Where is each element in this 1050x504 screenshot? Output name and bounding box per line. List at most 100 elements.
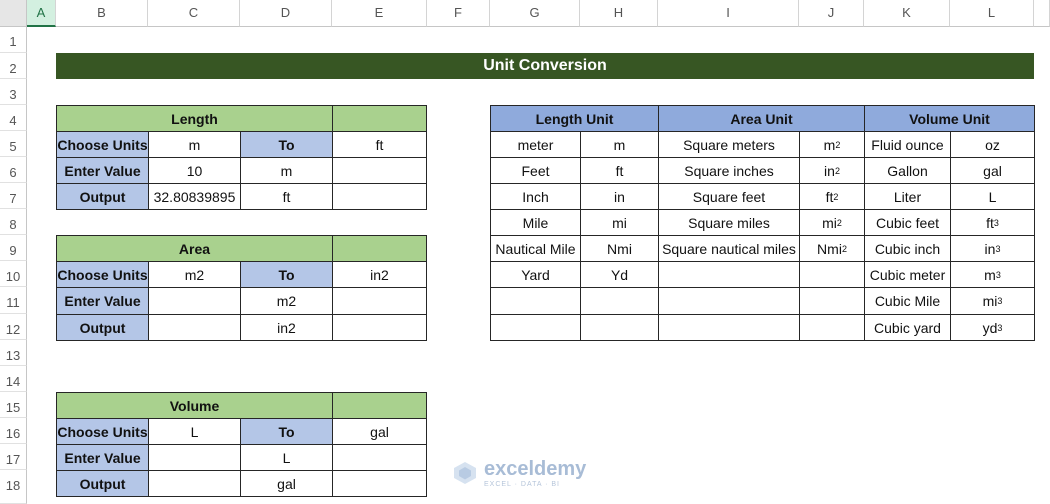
row-header-12[interactable]: 12 [0, 314, 27, 340]
length-unit-name-cell[interactable]: Mile [490, 209, 581, 236]
column-header-a[interactable]: A [27, 0, 56, 27]
area-value-extra[interactable] [332, 287, 427, 315]
volume-output-value[interactable] [148, 470, 241, 497]
length-output-extra[interactable] [332, 183, 427, 210]
column-header-c[interactable]: C [148, 0, 240, 27]
area-unit-name-cell[interactable]: Square inches [658, 157, 800, 184]
row-header-6[interactable]: 6 [0, 157, 27, 183]
row-header-7[interactable]: 7 [0, 183, 27, 209]
row-header-15[interactable]: 15 [0, 392, 27, 418]
area-unit-name-cell[interactable]: Square meters [658, 131, 800, 158]
area-choose-units-label[interactable]: Choose Units [56, 261, 149, 288]
row-header-8[interactable]: 8 [0, 209, 27, 235]
length-output-unit[interactable]: ft [240, 183, 333, 210]
volume-unit-abbr-cell[interactable]: L [950, 183, 1035, 210]
volume-output-label[interactable]: Output [56, 470, 149, 497]
row-header-13[interactable]: 13 [0, 340, 27, 366]
area-header-e[interactable] [332, 235, 427, 262]
area-from-unit[interactable]: m2 [148, 261, 241, 288]
area-unit-name-cell[interactable]: Square feet [658, 183, 800, 210]
area-unit-name-cell[interactable] [658, 314, 800, 341]
volume-unit-name-cell[interactable]: Liter [864, 183, 951, 210]
length-to-unit[interactable]: ft [332, 131, 427, 158]
length-unit-abbr-cell[interactable]: mi [580, 209, 659, 236]
volume-unit-abbr-cell[interactable]: yd 3 [950, 314, 1035, 341]
volume-header-e[interactable] [332, 392, 427, 419]
length-unit-abbr-cell[interactable]: Yd [580, 261, 659, 288]
column-header-j[interactable]: J [799, 0, 864, 27]
length-header-e[interactable] [332, 105, 427, 132]
length-unit-abbr-cell[interactable] [580, 314, 659, 341]
area-unit-abbr-cell[interactable]: m2 [799, 131, 865, 158]
column-header-l[interactable]: L [950, 0, 1034, 27]
area-unit-abbr-cell[interactable]: in 2 [799, 157, 865, 184]
area-to-label[interactable]: To [240, 261, 333, 288]
volume-unit-name-cell[interactable]: Gallon [864, 157, 951, 184]
area-output-extra[interactable] [332, 314, 427, 341]
volume-unit-header[interactable]: Volume Unit [864, 105, 1035, 132]
volume-unit-name-cell[interactable]: Cubic yard [864, 314, 951, 341]
length-unit-name-cell[interactable]: Inch [490, 183, 581, 210]
area-unit-abbr-cell[interactable] [799, 261, 865, 288]
volume-unit-name-cell[interactable]: Fluid ounce [864, 131, 951, 158]
length-unit-name-cell[interactable]: Feet [490, 157, 581, 184]
row-header-5[interactable]: 5 [0, 131, 27, 157]
row-header-9[interactable]: 9 [0, 235, 27, 261]
row-header-4[interactable]: 4 [0, 105, 27, 131]
volume-unit-abbr-cell[interactable]: ft 3 [950, 209, 1035, 236]
area-to-unit[interactable]: in2 [332, 261, 427, 288]
volume-unit-name-cell[interactable]: Cubic meter [864, 261, 951, 288]
volume-enter-value-label[interactable]: Enter Value [56, 444, 149, 471]
area-value-unit[interactable]: m2 [240, 287, 333, 315]
volume-value-unit[interactable]: L [240, 444, 333, 471]
length-unit-name-cell[interactable]: Yard [490, 261, 581, 288]
area-unit-name-cell[interactable] [658, 261, 800, 288]
column-header-b[interactable]: B [56, 0, 148, 27]
column-header-f[interactable]: F [427, 0, 490, 27]
volume-unit-abbr-cell[interactable]: m3 [950, 261, 1035, 288]
length-value-unit[interactable]: m [240, 157, 333, 184]
volume-unit-abbr-cell[interactable]: oz [950, 131, 1035, 158]
row-header-16[interactable]: 16 [0, 418, 27, 444]
row-header-18[interactable]: 18 [0, 470, 27, 504]
select-all-corner[interactable] [0, 0, 27, 27]
area-header[interactable]: Area [56, 235, 333, 262]
length-unit-abbr-cell[interactable] [580, 287, 659, 315]
row-header-14[interactable]: 14 [0, 366, 27, 392]
area-output-label[interactable]: Output [56, 314, 149, 341]
volume-header[interactable]: Volume [56, 392, 333, 419]
row-header-2[interactable]: 2 [0, 53, 27, 79]
column-header-d[interactable]: D [240, 0, 332, 27]
column-header-m[interactable] [1034, 0, 1050, 27]
column-header-h[interactable]: H [580, 0, 658, 27]
length-choose-units-label[interactable]: Choose Units [56, 131, 149, 158]
volume-choose-units-label[interactable]: Choose Units [56, 418, 149, 445]
title-banner[interactable]: Unit Conversion [56, 53, 1034, 79]
column-header-g[interactable]: G [490, 0, 580, 27]
volume-output-unit[interactable]: gal [240, 470, 333, 497]
column-header-e[interactable]: E [332, 0, 427, 27]
area-unit-name-cell[interactable] [658, 287, 800, 315]
length-unit-abbr-cell[interactable]: m [580, 131, 659, 158]
volume-unit-abbr-cell[interactable]: in 3 [950, 235, 1035, 262]
area-unit-name-cell[interactable]: Square nautical miles [658, 235, 800, 262]
volume-unit-abbr-cell[interactable]: mi 3 [950, 287, 1035, 315]
area-unit-abbr-cell[interactable]: ft 2 [799, 183, 865, 210]
area-value-input[interactable] [148, 287, 241, 315]
area-output-value[interactable] [148, 314, 241, 341]
area-unit-name-cell[interactable]: Square miles [658, 209, 800, 236]
volume-unit-name-cell[interactable]: Cubic inch [864, 235, 951, 262]
length-unit-header[interactable]: Length Unit [490, 105, 659, 132]
length-unit-name-cell[interactable]: meter [490, 131, 581, 158]
row-header-3[interactable]: 3 [0, 79, 27, 105]
row-header-1[interactable]: 1 [0, 27, 27, 53]
row-header-17[interactable]: 17 [0, 444, 27, 470]
volume-value-input[interactable] [148, 444, 241, 471]
length-output-value[interactable]: 32.80839895 [148, 183, 241, 210]
volume-unit-name-cell[interactable]: Cubic Mile [864, 287, 951, 315]
length-unit-abbr-cell[interactable]: Nmi [580, 235, 659, 262]
area-output-unit[interactable]: in2 [240, 314, 333, 341]
volume-to-unit[interactable]: gal [332, 418, 427, 445]
length-unit-abbr-cell[interactable]: in [580, 183, 659, 210]
area-unit-header[interactable]: Area Unit [658, 105, 865, 132]
